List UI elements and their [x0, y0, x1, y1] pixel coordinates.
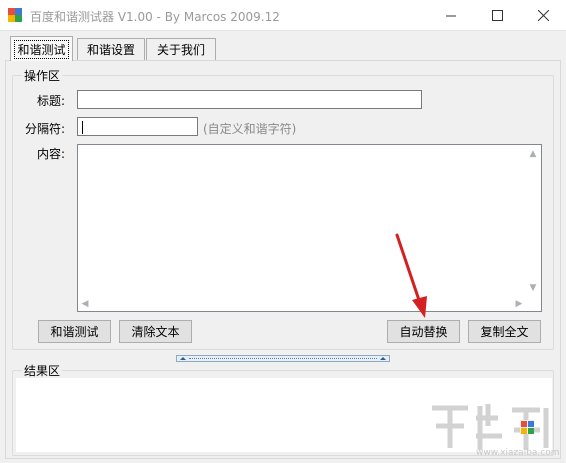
panel-splitter[interactable]: [176, 355, 390, 362]
close-icon: [537, 10, 549, 21]
separator-input[interactable]: [77, 117, 198, 136]
content-label: 内容:: [37, 147, 66, 161]
text-caret: [82, 121, 83, 134]
operation-group-title: 操作区: [22, 67, 63, 84]
watermark-url: www.xiazaiba.com: [476, 448, 560, 458]
scroll-right-arrow-icon[interactable]: ▶: [513, 298, 525, 310]
scroll-down-arrow-icon[interactable]: ▼: [527, 282, 539, 294]
copy-all-button[interactable]: 复制全文: [468, 320, 541, 343]
separator-label: 分隔符:: [25, 122, 66, 136]
minimize-button[interactable]: [428, 0, 474, 31]
content-textarea[interactable]: ▲ ▼ ◀ ▶: [77, 144, 542, 312]
splitter-up-arrow-icon: [380, 357, 386, 360]
close-button[interactable]: [520, 0, 566, 31]
tab-label: 和谐设置: [86, 43, 135, 57]
scroll-up-arrow-icon[interactable]: ▲: [527, 148, 539, 160]
result-group-title: 结果区: [22, 362, 63, 379]
minimize-icon: [446, 15, 456, 16]
title-label: 标题:: [37, 94, 66, 108]
title-bar[interactable]: 百度和谐测试器 V1.00 - By Marcos 2009.12: [0, 0, 566, 31]
tab-harmony-test[interactable]: 和谐测试: [10, 36, 73, 61]
tab-label: 关于我们: [156, 43, 205, 57]
maximize-button[interactable]: [474, 0, 520, 31]
app-icon: [8, 8, 22, 22]
separator-hint: (自定义和谐字符): [203, 122, 297, 136]
splitter-up-arrow-icon: [180, 357, 186, 360]
harmony-test-button[interactable]: 和谐测试: [38, 320, 111, 343]
maximize-icon: [491, 10, 503, 21]
splitter-grip: [189, 358, 377, 359]
scroll-left-arrow-icon[interactable]: ◀: [79, 298, 91, 310]
title-input[interactable]: [77, 90, 422, 109]
tab-label: 和谐测试: [14, 39, 69, 59]
clear-text-button[interactable]: 清除文本: [119, 320, 192, 343]
tab-about-us[interactable]: 关于我们: [146, 38, 216, 60]
window-title: 百度和谐测试器 V1.00 - By Marcos 2009.12: [30, 10, 280, 24]
auto-replace-button[interactable]: 自动替换: [387, 320, 460, 343]
tab-harmony-settings[interactable]: 和谐设置: [77, 38, 145, 60]
